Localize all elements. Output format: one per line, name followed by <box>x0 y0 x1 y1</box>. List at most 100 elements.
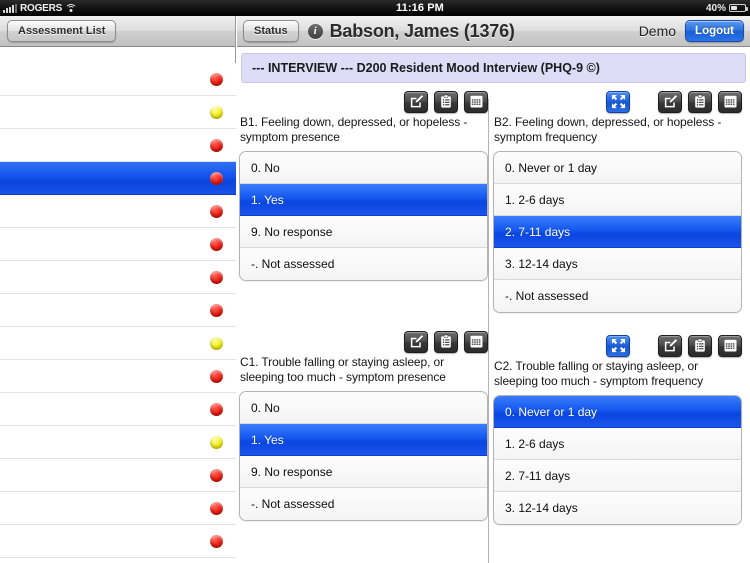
battery-percent-label: 40% <box>705 2 726 14</box>
compose-icon[interactable] <box>658 334 682 357</box>
sidebar-item-p[interactable] <box>0 558 236 563</box>
sidebar-item-a[interactable] <box>0 63 236 96</box>
status-dot-red <box>210 171 223 185</box>
answer-options-c1[interactable]: 0. No 1. Yes 9. No response -. Not assessed <box>239 391 488 521</box>
compose-icon[interactable] <box>658 90 682 113</box>
navigation-bar: Status i Babson, James (1376) Demo Logou… <box>237 16 750 47</box>
answer-option[interactable]: 9. No response <box>240 216 487 248</box>
right-question-column: B2. Feeling down, depressed, or hopeless… <box>493 89 742 525</box>
sidebar-item-g[interactable] <box>0 261 236 294</box>
content-pane: Status i Babson, James (1376) Demo Logou… <box>237 16 750 563</box>
status-dot-red <box>210 237 223 251</box>
calendar-icon[interactable] <box>718 90 742 113</box>
assessment-list[interactable] <box>0 63 236 563</box>
compose-icon[interactable] <box>404 330 428 353</box>
status-dot-red <box>210 204 223 218</box>
sidebar-item-j[interactable] <box>0 360 236 393</box>
answer-options-c2[interactable]: 0. Never or 1 day 1. 2-6 days 2. 7-11 days… <box>493 395 742 525</box>
signal-bars-icon <box>3 3 17 13</box>
question-block-c2: C2. Trouble falling or staying asleep, o… <box>493 333 742 525</box>
answer-option[interactable]: 1. 2-6 days <box>494 428 741 460</box>
status-dot-red <box>210 270 223 284</box>
answer-option[interactable]: 0. Never or 1 day <box>494 152 741 184</box>
status-dot-red <box>210 303 223 317</box>
wifi-icon <box>65 3 78 13</box>
answer-option[interactable]: 0. No <box>240 392 487 424</box>
expand-arrows-icon[interactable] <box>606 334 630 357</box>
navbar-right-group: Demo Logout <box>639 20 744 42</box>
ios-status-bar: ROGERS 11:16 PM 40% <box>0 0 750 16</box>
status-dot-yellow <box>210 435 223 449</box>
answer-options-b2[interactable]: 0. Never or 1 day 1. 2-6 days 2. 7-11 days… <box>493 151 742 313</box>
column-divider <box>488 99 489 563</box>
patient-name-label: Babson, James (1376) <box>329 20 515 41</box>
calendar-icon[interactable] <box>464 90 488 113</box>
status-dot-yellow <box>210 105 223 119</box>
answer-option[interactable]: -. Not assessed <box>240 488 487 520</box>
answer-option[interactable]: 2. 7-11 days <box>494 216 741 248</box>
answer-option[interactable]: 1. 2-6 days <box>494 184 741 216</box>
sidebar-item-e[interactable] <box>0 195 236 228</box>
question-block-b1: B1. Feeling down, depressed, or hopeless… <box>239 89 488 281</box>
status-dot-red <box>210 468 223 482</box>
answer-option[interactable]: 9. No response <box>240 456 487 488</box>
sidebar-item-k[interactable] <box>0 393 236 426</box>
patient-title-group: i Babson, James (1376) <box>307 20 639 42</box>
interview-banner: --- INTERVIEW --- D200 Resident Mood Int… <box>241 53 746 83</box>
answer-option[interactable]: 0. Never or 1 day <box>494 396 741 428</box>
status-dot-yellow <box>210 336 223 350</box>
calendar-icon[interactable] <box>464 330 488 353</box>
answer-option[interactable]: 0. No <box>240 152 487 184</box>
sidebar-item-f[interactable] <box>0 228 236 261</box>
clipboard-icon[interactable] <box>688 90 712 113</box>
status-dot-red <box>210 501 223 515</box>
battery-icon <box>729 4 748 12</box>
sidebar: Assessment List <box>0 16 236 563</box>
question-toolbar <box>493 89 742 114</box>
answer-option[interactable]: -. Not assessed <box>240 248 487 280</box>
question-toolbar <box>239 329 488 354</box>
status-dot-red <box>210 369 223 383</box>
expand-arrows-icon[interactable] <box>606 90 630 113</box>
answer-option[interactable]: 1. Yes <box>240 424 487 456</box>
answer-option[interactable]: -. Not assessed <box>494 280 741 312</box>
sidebar-item-h[interactable] <box>0 294 236 327</box>
sidebar-item-l[interactable] <box>0 426 236 459</box>
logout-button[interactable]: Logout <box>685 20 744 42</box>
question-block-c1: C1. Trouble falling or staying asleep, o… <box>239 329 488 521</box>
question-text: B1. Feeling down, depressed, or hopeless… <box>240 115 468 144</box>
answer-option[interactable]: 2. 7-11 days <box>494 460 741 492</box>
info-icon[interactable]: i <box>307 23 323 39</box>
compose-icon[interactable] <box>404 90 428 113</box>
sidebar-item-m[interactable] <box>0 459 236 492</box>
answer-option[interactable]: 3. 12-14 days <box>494 248 741 280</box>
clock-label: 11:16 PM <box>396 2 444 14</box>
sidebar-item-b[interactable] <box>0 96 236 129</box>
sidebar-toolbar: Assessment List <box>0 16 235 47</box>
left-question-column: B1. Feeling down, depressed, or hopeless… <box>239 89 488 521</box>
sidebar-item-i[interactable] <box>0 327 236 360</box>
question-block-b2: B2. Feeling down, depressed, or hopeless… <box>493 89 742 313</box>
status-dot-red <box>210 72 223 86</box>
question-text: B2. Feeling down, depressed, or hopeless… <box>494 115 722 144</box>
answer-option[interactable]: 3. 12-14 days <box>494 492 741 524</box>
question-toolbar <box>493 333 742 358</box>
sidebar-item-o[interactable] <box>0 525 236 558</box>
question-text: C2. Trouble falling or staying asleep, o… <box>494 359 704 388</box>
clipboard-icon[interactable] <box>688 334 712 357</box>
clipboard-icon[interactable] <box>434 90 458 113</box>
status-dot-red <box>210 534 223 548</box>
status-dot-red <box>210 402 223 416</box>
question-text: C1. Trouble falling or staying asleep, o… <box>240 355 446 384</box>
sidebar-item-n[interactable] <box>0 492 236 525</box>
calendar-icon[interactable] <box>718 334 742 357</box>
carrier-label: ROGERS <box>20 2 63 14</box>
clipboard-icon[interactable] <box>434 330 458 353</box>
assessment-list-button[interactable]: Assessment List <box>7 20 117 42</box>
sidebar-item-d[interactable] <box>0 162 236 195</box>
status-button[interactable]: Status <box>243 20 299 42</box>
status-dot-red <box>210 138 223 152</box>
answer-option[interactable]: 1. Yes <box>240 184 487 216</box>
sidebar-item-c[interactable] <box>0 129 236 162</box>
answer-options-b1[interactable]: 0. No 1. Yes 9. No response -. Not assessed <box>239 151 488 281</box>
